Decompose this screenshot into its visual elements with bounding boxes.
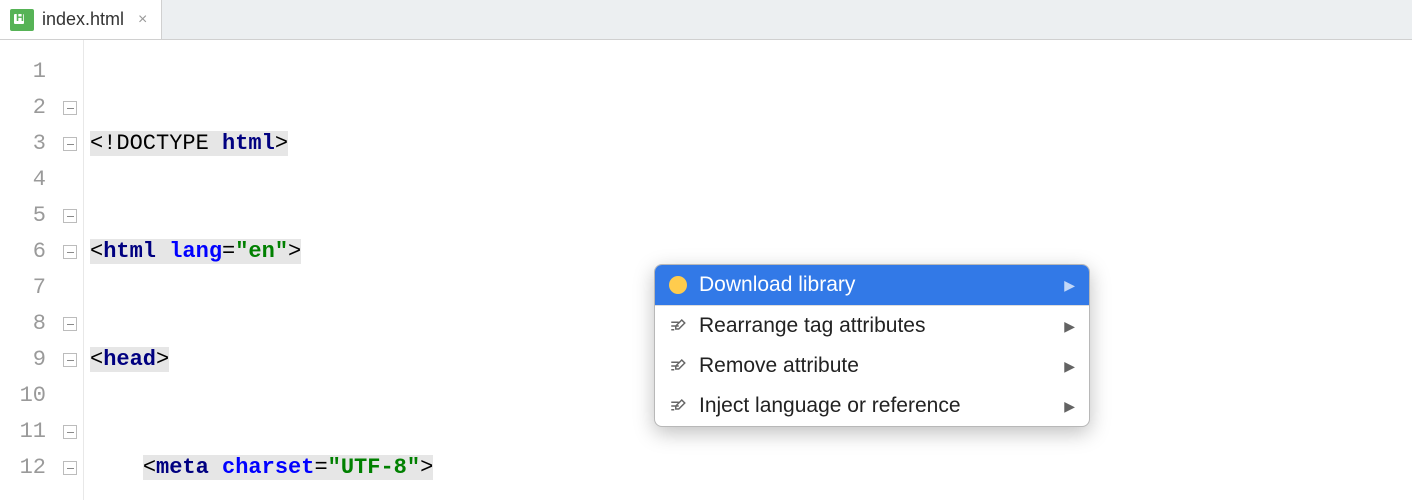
line-number[interactable]: 5: [0, 198, 56, 234]
fold-toggle-icon[interactable]: [63, 353, 77, 367]
edit-icon: [669, 357, 687, 375]
html-file-icon: [10, 9, 34, 31]
menu-item-rearrange-attributes[interactable]: Rearrange tag attributes ▶: [655, 306, 1089, 346]
line-number[interactable]: 4: [0, 162, 56, 198]
line-number[interactable]: 7: [0, 270, 56, 306]
lightbulb-icon: [669, 276, 687, 294]
line-number[interactable]: 10: [0, 378, 56, 414]
fold-toggle-icon[interactable]: [63, 245, 77, 259]
chevron-right-icon: ▶: [1064, 358, 1075, 375]
fold-toggle-icon[interactable]: [63, 101, 77, 115]
line-number[interactable]: 3: [0, 126, 56, 162]
line-number[interactable]: 11: [0, 414, 56, 450]
chevron-right-icon: ▶: [1064, 398, 1075, 415]
line-number[interactable]: 6: [0, 234, 56, 270]
intention-actions-menu: Download library ▶ Rearrange tag attribu…: [654, 264, 1090, 427]
line-number-gutter: 1 2 3 4 5 6 7 8 9 10 11 12: [0, 40, 56, 500]
line-number[interactable]: 12: [0, 450, 56, 486]
menu-item-label: Rearrange tag attributes: [699, 314, 925, 338]
line-number[interactable]: 8: [0, 306, 56, 342]
line-number[interactable]: 1: [0, 54, 56, 90]
line-number[interactable]: 9: [0, 342, 56, 378]
menu-item-inject-language[interactable]: Inject language or reference ▶: [655, 386, 1089, 426]
menu-item-label: Remove attribute: [699, 354, 859, 378]
tab-filename: index.html: [42, 9, 124, 30]
fold-toggle-icon[interactable]: [63, 209, 77, 223]
fold-toggle-icon[interactable]: [63, 317, 77, 331]
edit-icon: [669, 397, 687, 415]
menu-item-download-library[interactable]: Download library ▶: [655, 265, 1089, 305]
tab-bar: index.html ×: [0, 0, 1412, 40]
chevron-right-icon: ▶: [1064, 277, 1075, 294]
chevron-right-icon: ▶: [1064, 318, 1075, 335]
line-number[interactable]: 2: [0, 90, 56, 126]
fold-gutter: [56, 40, 84, 500]
edit-icon: [669, 317, 687, 335]
editor-tab[interactable]: index.html ×: [0, 0, 162, 39]
fold-toggle-icon[interactable]: [63, 425, 77, 439]
menu-item-label: Inject language or reference: [699, 394, 961, 418]
menu-item-label: Download library: [699, 273, 855, 297]
fold-toggle-icon[interactable]: [63, 137, 77, 151]
fold-toggle-icon[interactable]: [63, 461, 77, 475]
close-icon[interactable]: ×: [138, 11, 147, 29]
code-editor: 1 2 3 4 5 6 7 8 9 10 11 12 <!DOCTYPE htm…: [0, 40, 1412, 500]
menu-item-remove-attribute[interactable]: Remove attribute ▶: [655, 346, 1089, 386]
